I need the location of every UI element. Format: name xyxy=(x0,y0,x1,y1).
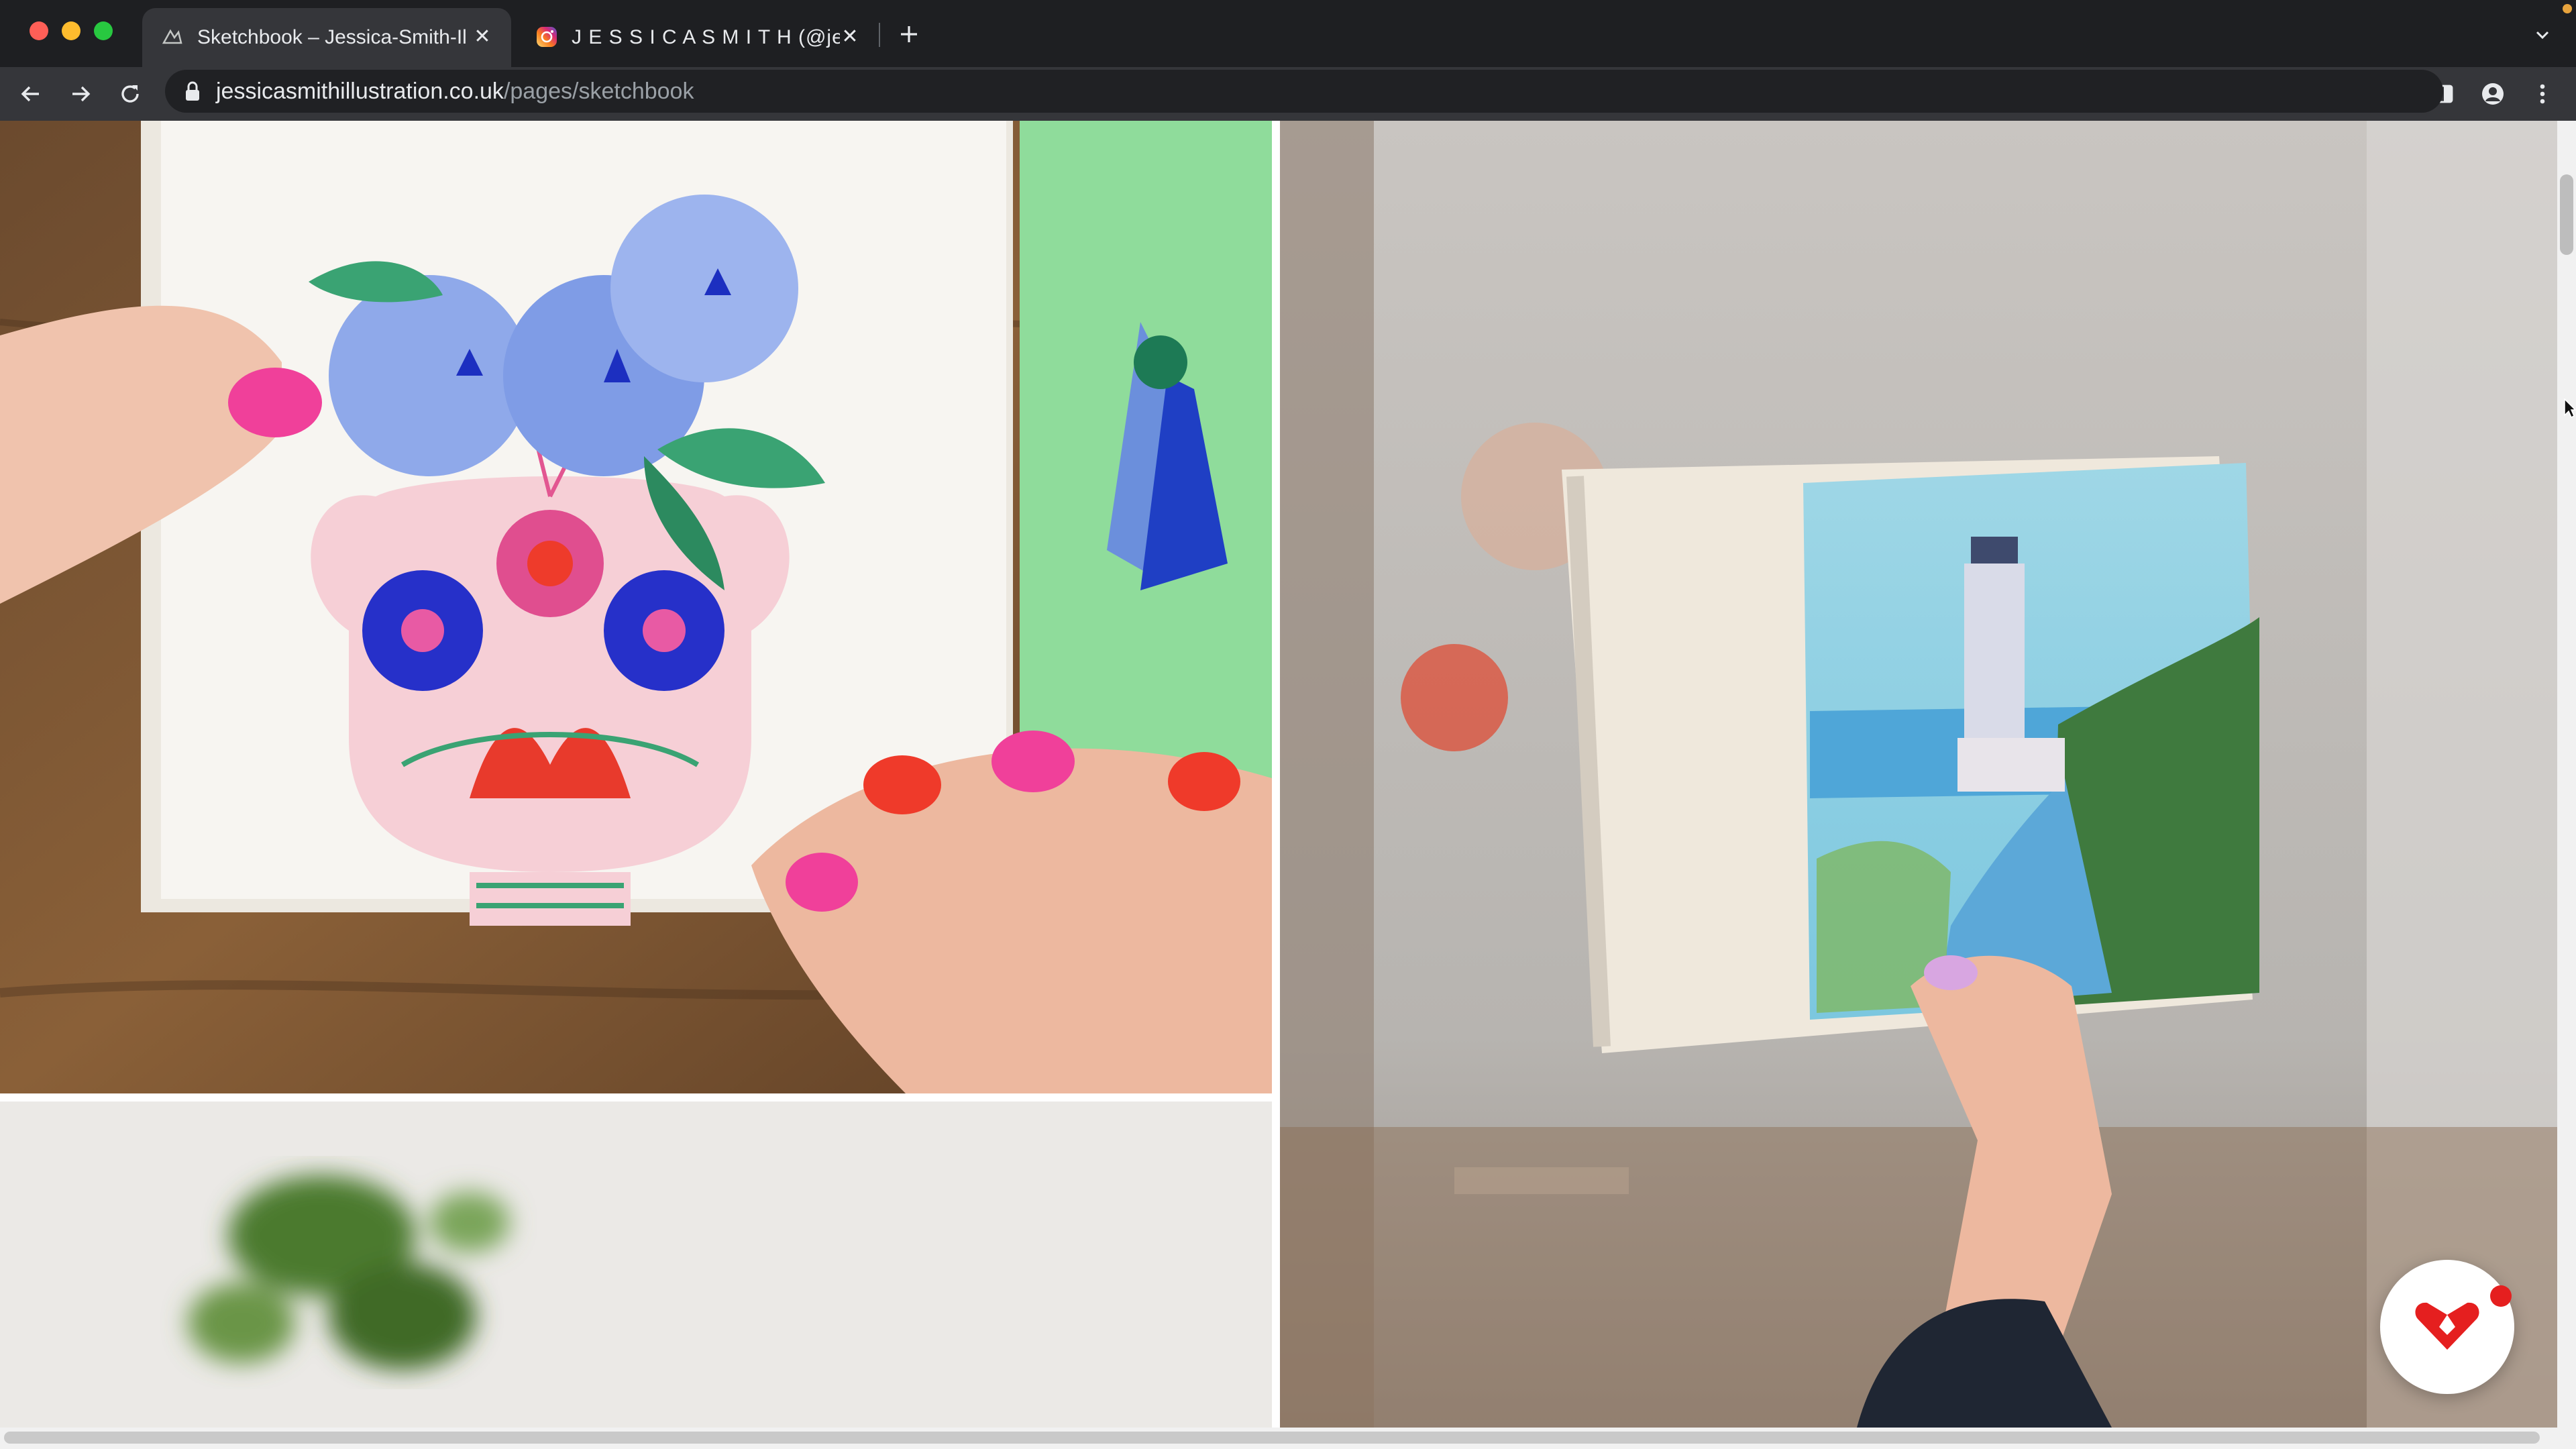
arrow-left-icon xyxy=(21,86,39,102)
chat-widget-button[interactable] xyxy=(2380,1260,2514,1394)
tab-search-button[interactable] xyxy=(2529,21,2556,48)
horizontal-scrollbar-thumb[interactable] xyxy=(4,1432,2540,1444)
minimize-window-button[interactable] xyxy=(62,21,80,40)
photo-image xyxy=(1280,121,2557,1428)
reload-button[interactable] xyxy=(115,79,145,109)
tab-strip: Sketchbook – Jessica-Smith-Il ✕ J E S S … xyxy=(0,0,2576,67)
notification-badge xyxy=(2490,1285,2512,1307)
photo-image xyxy=(0,1102,1272,1428)
url-domain: jessicasmithillustration.co.uk xyxy=(216,78,504,104)
lock-icon[interactable] xyxy=(184,80,201,102)
page-content xyxy=(0,121,2557,1428)
tab-instagram[interactable]: J E S S I C A S M I T H (@jessic ✕ xyxy=(517,8,879,67)
vertical-scrollbar-thumb[interactable] xyxy=(2560,174,2573,255)
tab-title: Sketchbook – Jessica-Smith-Il xyxy=(197,26,466,48)
update-indicator xyxy=(2563,4,2572,13)
site-favicon-icon xyxy=(161,25,184,48)
photo-image xyxy=(0,121,1272,1093)
url-text[interactable]: jessicasmithillustration.co.uk/pages/ske… xyxy=(216,76,694,107)
new-tab-button[interactable] xyxy=(892,17,926,51)
maximize-window-button[interactable] xyxy=(94,21,113,40)
sketchbook-photo-plant[interactable] xyxy=(0,1102,1272,1428)
chevron-down-icon xyxy=(2536,31,2549,40)
tab-divider xyxy=(879,23,880,47)
plus-icon xyxy=(901,26,917,42)
profile-icon xyxy=(2482,83,2504,105)
sketchbook-photo-vase[interactable] xyxy=(0,121,1272,1093)
arrow-right-icon xyxy=(72,86,91,102)
tab-title: J E S S I C A S M I T H (@jessic xyxy=(572,26,840,48)
vertical-scrollbar-track[interactable] xyxy=(2557,121,2576,1428)
url-path: /pages/sketchbook xyxy=(503,78,694,104)
close-window-button[interactable] xyxy=(30,21,48,40)
close-tab-icon[interactable]: ✕ xyxy=(839,25,861,48)
profile-button[interactable] xyxy=(2478,79,2508,109)
forward-button[interactable] xyxy=(66,79,95,109)
instagram-icon xyxy=(535,25,558,48)
back-button[interactable] xyxy=(16,79,46,109)
kebab-menu-icon xyxy=(2540,84,2545,104)
sketchbook-photo-lighthouse[interactable] xyxy=(1280,121,2557,1428)
tab-sketchbook[interactable]: Sketchbook – Jessica-Smith-Il ✕ xyxy=(142,8,511,67)
reload-icon xyxy=(121,85,139,103)
mouse-cursor xyxy=(2564,398,2576,419)
close-tab-icon[interactable]: ✕ xyxy=(471,25,494,48)
heart-chat-icon xyxy=(2415,1302,2479,1350)
menu-button[interactable] xyxy=(2528,79,2557,109)
